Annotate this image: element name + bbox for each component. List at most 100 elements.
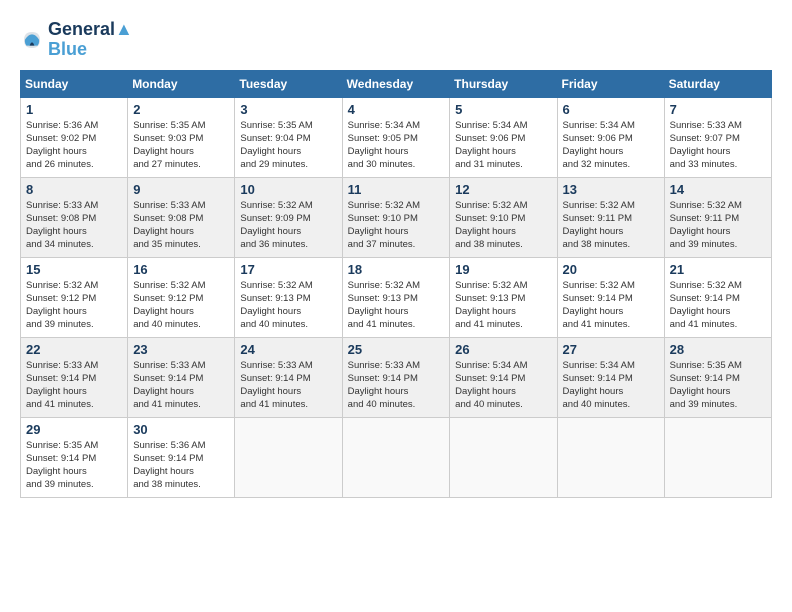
day-info: Sunrise: 5:35 AM Sunset: 9:14 PM Dayligh… [670, 359, 766, 412]
day-number: 5 [455, 102, 551, 117]
logo: General▲ Blue [20, 20, 133, 60]
day-cell-21: 21 Sunrise: 5:32 AM Sunset: 9:14 PM Dayl… [664, 257, 771, 337]
day-info: Sunrise: 5:34 AM Sunset: 9:14 PM Dayligh… [455, 359, 551, 412]
day-info: Sunrise: 5:32 AM Sunset: 9:11 PM Dayligh… [563, 199, 659, 252]
day-number: 11 [348, 182, 445, 197]
week-row-3: 15 Sunrise: 5:32 AM Sunset: 9:12 PM Dayl… [21, 257, 772, 337]
day-cell-1: 1 Sunrise: 5:36 AM Sunset: 9:02 PM Dayli… [21, 97, 128, 177]
day-info: Sunrise: 5:32 AM Sunset: 9:13 PM Dayligh… [348, 279, 445, 332]
day-cell-29: 29 Sunrise: 5:35 AM Sunset: 9:14 PM Dayl… [21, 417, 128, 497]
column-header-friday: Friday [557, 70, 664, 97]
day-info: Sunrise: 5:35 AM Sunset: 9:04 PM Dayligh… [240, 119, 336, 172]
day-cell-5: 5 Sunrise: 5:34 AM Sunset: 9:06 PM Dayli… [450, 97, 557, 177]
day-number: 17 [240, 262, 336, 277]
day-cell-30: 30 Sunrise: 5:36 AM Sunset: 9:14 PM Dayl… [128, 417, 235, 497]
week-row-4: 22 Sunrise: 5:33 AM Sunset: 9:14 PM Dayl… [21, 337, 772, 417]
day-number: 22 [26, 342, 122, 357]
day-number: 14 [670, 182, 766, 197]
day-info: Sunrise: 5:33 AM Sunset: 9:14 PM Dayligh… [348, 359, 445, 412]
week-row-5: 29 Sunrise: 5:35 AM Sunset: 9:14 PM Dayl… [21, 417, 772, 497]
day-number: 29 [26, 422, 122, 437]
day-cell-12: 12 Sunrise: 5:32 AM Sunset: 9:10 PM Dayl… [450, 177, 557, 257]
day-cell-4: 4 Sunrise: 5:34 AM Sunset: 9:05 PM Dayli… [342, 97, 450, 177]
day-number: 26 [455, 342, 551, 357]
day-cell-10: 10 Sunrise: 5:32 AM Sunset: 9:09 PM Dayl… [235, 177, 342, 257]
day-number: 9 [133, 182, 229, 197]
day-cell-14: 14 Sunrise: 5:32 AM Sunset: 9:11 PM Dayl… [664, 177, 771, 257]
day-cell-2: 2 Sunrise: 5:35 AM Sunset: 9:03 PM Dayli… [128, 97, 235, 177]
day-cell-11: 11 Sunrise: 5:32 AM Sunset: 9:10 PM Dayl… [342, 177, 450, 257]
day-cell-15: 15 Sunrise: 5:32 AM Sunset: 9:12 PM Dayl… [21, 257, 128, 337]
day-number: 15 [26, 262, 122, 277]
day-number: 12 [455, 182, 551, 197]
day-cell-18: 18 Sunrise: 5:32 AM Sunset: 9:13 PM Dayl… [342, 257, 450, 337]
day-info: Sunrise: 5:34 AM Sunset: 9:14 PM Dayligh… [563, 359, 659, 412]
day-info: Sunrise: 5:32 AM Sunset: 9:13 PM Dayligh… [240, 279, 336, 332]
day-cell-17: 17 Sunrise: 5:32 AM Sunset: 9:13 PM Dayl… [235, 257, 342, 337]
day-info: Sunrise: 5:33 AM Sunset: 9:14 PM Dayligh… [133, 359, 229, 412]
column-header-monday: Monday [128, 70, 235, 97]
day-number: 28 [670, 342, 766, 357]
day-number: 16 [133, 262, 229, 277]
day-info: Sunrise: 5:32 AM Sunset: 9:12 PM Dayligh… [133, 279, 229, 332]
day-info: Sunrise: 5:33 AM Sunset: 9:14 PM Dayligh… [240, 359, 336, 412]
logo-text: General▲ Blue [48, 20, 133, 60]
empty-cell [450, 417, 557, 497]
empty-cell [342, 417, 450, 497]
day-info: Sunrise: 5:32 AM Sunset: 9:14 PM Dayligh… [563, 279, 659, 332]
day-cell-9: 9 Sunrise: 5:33 AM Sunset: 9:08 PM Dayli… [128, 177, 235, 257]
column-header-wednesday: Wednesday [342, 70, 450, 97]
day-info: Sunrise: 5:36 AM Sunset: 9:02 PM Dayligh… [26, 119, 122, 172]
day-info: Sunrise: 5:32 AM Sunset: 9:14 PM Dayligh… [670, 279, 766, 332]
day-info: Sunrise: 5:33 AM Sunset: 9:07 PM Dayligh… [670, 119, 766, 172]
day-number: 27 [563, 342, 659, 357]
day-info: Sunrise: 5:33 AM Sunset: 9:08 PM Dayligh… [26, 199, 122, 252]
day-number: 30 [133, 422, 229, 437]
column-header-saturday: Saturday [664, 70, 771, 97]
day-info: Sunrise: 5:33 AM Sunset: 9:14 PM Dayligh… [26, 359, 122, 412]
day-number: 1 [26, 102, 122, 117]
day-number: 10 [240, 182, 336, 197]
day-info: Sunrise: 5:32 AM Sunset: 9:10 PM Dayligh… [455, 199, 551, 252]
day-number: 25 [348, 342, 445, 357]
week-row-2: 8 Sunrise: 5:33 AM Sunset: 9:08 PM Dayli… [21, 177, 772, 257]
day-number: 23 [133, 342, 229, 357]
day-info: Sunrise: 5:34 AM Sunset: 9:06 PM Dayligh… [455, 119, 551, 172]
day-info: Sunrise: 5:32 AM Sunset: 9:09 PM Dayligh… [240, 199, 336, 252]
empty-cell [664, 417, 771, 497]
day-number: 7 [670, 102, 766, 117]
day-number: 21 [670, 262, 766, 277]
column-header-thursday: Thursday [450, 70, 557, 97]
day-cell-16: 16 Sunrise: 5:32 AM Sunset: 9:12 PM Dayl… [128, 257, 235, 337]
day-number: 24 [240, 342, 336, 357]
day-info: Sunrise: 5:33 AM Sunset: 9:08 PM Dayligh… [133, 199, 229, 252]
day-number: 19 [455, 262, 551, 277]
day-cell-25: 25 Sunrise: 5:33 AM Sunset: 9:14 PM Dayl… [342, 337, 450, 417]
day-info: Sunrise: 5:34 AM Sunset: 9:06 PM Dayligh… [563, 119, 659, 172]
day-info: Sunrise: 5:32 AM Sunset: 9:12 PM Dayligh… [26, 279, 122, 332]
day-cell-26: 26 Sunrise: 5:34 AM Sunset: 9:14 PM Dayl… [450, 337, 557, 417]
day-cell-8: 8 Sunrise: 5:33 AM Sunset: 9:08 PM Dayli… [21, 177, 128, 257]
day-cell-6: 6 Sunrise: 5:34 AM Sunset: 9:06 PM Dayli… [557, 97, 664, 177]
day-info: Sunrise: 5:32 AM Sunset: 9:10 PM Dayligh… [348, 199, 445, 252]
day-number: 3 [240, 102, 336, 117]
calendar-table: SundayMondayTuesdayWednesdayThursdayFrid… [20, 70, 772, 498]
page-header: General▲ Blue [20, 20, 772, 60]
day-cell-28: 28 Sunrise: 5:35 AM Sunset: 9:14 PM Dayl… [664, 337, 771, 417]
empty-cell [557, 417, 664, 497]
day-number: 6 [563, 102, 659, 117]
day-info: Sunrise: 5:32 AM Sunset: 9:11 PM Dayligh… [670, 199, 766, 252]
day-cell-24: 24 Sunrise: 5:33 AM Sunset: 9:14 PM Dayl… [235, 337, 342, 417]
day-number: 18 [348, 262, 445, 277]
day-number: 20 [563, 262, 659, 277]
logo-icon [20, 28, 44, 52]
day-number: 13 [563, 182, 659, 197]
day-info: Sunrise: 5:34 AM Sunset: 9:05 PM Dayligh… [348, 119, 445, 172]
day-info: Sunrise: 5:32 AM Sunset: 9:13 PM Dayligh… [455, 279, 551, 332]
day-info: Sunrise: 5:35 AM Sunset: 9:03 PM Dayligh… [133, 119, 229, 172]
day-cell-19: 19 Sunrise: 5:32 AM Sunset: 9:13 PM Dayl… [450, 257, 557, 337]
day-info: Sunrise: 5:35 AM Sunset: 9:14 PM Dayligh… [26, 439, 122, 492]
day-cell-3: 3 Sunrise: 5:35 AM Sunset: 9:04 PM Dayli… [235, 97, 342, 177]
column-header-tuesday: Tuesday [235, 70, 342, 97]
day-number: 2 [133, 102, 229, 117]
